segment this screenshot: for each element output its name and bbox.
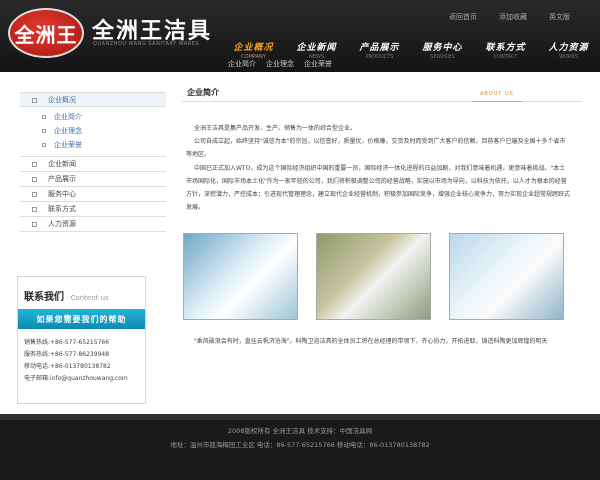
- footer-address: 地址：温州市瓯海梅田工业区 电话：86-577-65215766 移动电话：86…: [170, 441, 430, 449]
- product-photo-basin[interactable]: [183, 233, 298, 320]
- sidebar-item-contact[interactable]: 联系方式: [20, 202, 166, 217]
- footer: 2008版权所有 全洲王洁具 技术支持：中国洁具网 地址：温州市瓯海梅田工业区 …: [0, 414, 600, 480]
- contact-value: +86-013780138782: [50, 363, 111, 370]
- logo[interactable]: 全洲王: [8, 8, 84, 58]
- contact-box: 联系我们 Content us 如果您需要我们的帮助 销售热线:+86-577-…: [17, 276, 146, 404]
- contact-label: 移动电话:: [24, 363, 51, 370]
- intro-paragraph-4: "乘风破浪会有时，直挂云帆济沧海"。科陶卫浴洁具的全体员工将在总经理的带领下，齐…: [194, 338, 548, 345]
- sidebar-sub-label: 企业荣誉: [54, 141, 82, 149]
- nav-label: 企业新闻: [296, 43, 337, 53]
- product-photos: [183, 233, 564, 320]
- contact-email-link[interactable]: info@quanzhouwang.com: [50, 375, 128, 382]
- page-title-en: ABOUT US: [480, 91, 514, 97]
- sidebar-item-label: 联系方式: [48, 205, 76, 213]
- sidebar-sub-honors[interactable]: 企业荣誉: [20, 138, 166, 152]
- intro-paragraph-1: 全洲王洁具是集产品开发、生产、销售为一体的综合型企业。: [194, 125, 357, 132]
- nav-services[interactable]: 服务中心 SERVICES: [411, 40, 474, 60]
- nav-label: 产品展示: [359, 43, 400, 53]
- square-icon: [32, 222, 37, 227]
- contact-line-service: 服务热线:+86-577-86239948: [24, 349, 145, 361]
- sidebar-item-services[interactable]: 服务中心: [20, 187, 166, 202]
- contact-lines: 销售热线:+86-577-65215766 服务热线:+86-577-86239…: [18, 329, 145, 385]
- contact-banner: 如果您需要我们的帮助: [18, 309, 145, 329]
- square-icon: [32, 98, 37, 103]
- page-title: 企业简介: [187, 88, 219, 97]
- nav-label: 服务中心: [422, 43, 463, 53]
- product-photo-mixer[interactable]: [449, 233, 564, 320]
- square-icon: [32, 207, 37, 212]
- sidebar-item-news[interactable]: 企业新闻: [20, 157, 166, 172]
- contact-label: 电子邮箱:: [24, 375, 51, 382]
- english-link[interactable]: 英文版: [549, 12, 570, 22]
- sidebar-item-label: 人力资源: [48, 220, 76, 228]
- square-icon: [32, 162, 37, 167]
- nav-products[interactable]: 产品展示 PRODUCTS: [348, 40, 411, 60]
- square-icon: [42, 129, 46, 133]
- square-icon: [32, 192, 37, 197]
- square-icon: [32, 177, 37, 182]
- brand-name-en: QUANZHOU WANG SANITARY WARES: [93, 41, 200, 47]
- sidebar-sub-philosophy[interactable]: 企业理念: [20, 124, 166, 138]
- home-link[interactable]: 返回首页: [449, 12, 477, 22]
- sidebar-sub-profile[interactable]: 企业简介: [20, 110, 166, 124]
- sidebar-item-hr[interactable]: 人力资源: [20, 217, 166, 232]
- intro-paragraph-2: 公司自成立起，始终坚持"诚信为本"的宗旨，以信誉好，质量优，价格廉，交货及时而受…: [186, 138, 566, 158]
- footer-copyright: 2008版权所有 全洲王洁具 技术支持：中国洁具网: [227, 427, 373, 435]
- square-icon: [42, 143, 46, 147]
- top-links: 返回首页 添加收藏 英文版: [449, 12, 570, 22]
- nav-label: 联系方式: [485, 43, 526, 53]
- sidebar-item-products[interactable]: 产品展示: [20, 172, 166, 187]
- sidebar-item-label: 服务中心: [48, 190, 76, 198]
- subnav-honors[interactable]: 企业荣誉: [304, 59, 332, 69]
- subnav-philosophy[interactable]: 企业理念: [266, 59, 294, 69]
- sidebar-item-label: 企业概况: [48, 96, 76, 104]
- sidebar-sub-label: 企业理念: [54, 127, 82, 135]
- square-icon: [42, 115, 46, 119]
- nav-company[interactable]: 企业概况 COMPANY: [222, 40, 285, 60]
- product-photo-faucet[interactable]: [316, 233, 431, 320]
- contact-value: +86-577-65215766: [50, 339, 110, 346]
- sidebar-item-company[interactable]: 企业概况: [20, 92, 166, 107]
- nav-label: 企业概况: [233, 43, 274, 53]
- title-divider-accent: [472, 101, 522, 102]
- logo-text: 全洲王: [14, 22, 78, 47]
- nav-contact[interactable]: 联系方式 CONTACT: [474, 40, 537, 60]
- main-nav: 企业概况 COMPANY 企业新闻 NEWS 产品展示 PRODUCTS 服务中…: [222, 40, 600, 60]
- contact-header: 联系我们 Content us: [18, 277, 145, 307]
- sidebar-item-label: 企业新闻: [48, 160, 76, 168]
- contact-line-mobile: 移动电话:+86-013780138782: [24, 361, 145, 373]
- title-divider: [182, 101, 582, 102]
- sidebar-item-label: 产品展示: [48, 175, 76, 183]
- nav-news[interactable]: 企业新闻 NEWS: [285, 40, 348, 60]
- nav-label: 人力资源: [548, 43, 589, 53]
- sidebar: 企业概况 企业简介 企业理念 企业荣誉 企业新闻 产品展示 服务中心 联系方式 …: [20, 92, 166, 232]
- contact-line-email: 电子邮箱:info@quanzhouwang.com: [24, 373, 145, 385]
- contact-value: +86-577-86239948: [50, 351, 110, 358]
- contact-label: 服务热线:: [24, 351, 51, 358]
- contact-title: 联系我们: [24, 292, 64, 303]
- contact-label: 销售热线:: [24, 339, 51, 346]
- favorite-link[interactable]: 添加收藏: [499, 12, 527, 22]
- contact-line-sales: 销售热线:+86-577-65215766: [24, 337, 145, 349]
- header: 全洲王 全洲王洁具 QUANZHOU WANG SANITARY WARES 返…: [0, 0, 600, 72]
- sub-nav: 企业简介 企业理念 企业荣誉: [0, 58, 600, 72]
- nav-works[interactable]: 人力资源 WORKS: [537, 40, 600, 60]
- contact-title-en: Content us: [70, 294, 109, 302]
- sidebar-sub-label: 企业简介: [54, 113, 82, 121]
- sidebar-submenu: 企业简介 企业理念 企业荣誉: [20, 107, 166, 157]
- subnav-profile[interactable]: 企业简介: [228, 59, 256, 69]
- intro-paragraph-3: 中国已正式加入WTO，成为这个国际经济组织中国的重要一员，国际经济一体化进程的日…: [186, 165, 571, 211]
